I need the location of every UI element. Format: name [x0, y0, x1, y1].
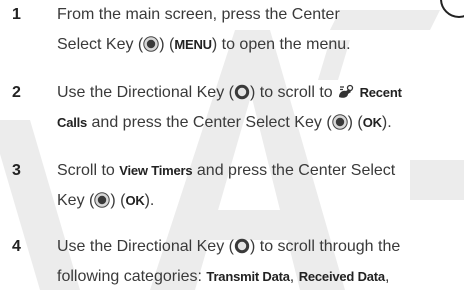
step-text-part: , [289, 268, 299, 285]
category-label-transmit-data: Transmit Data [206, 269, 290, 284]
step-text-part: following categories: [57, 268, 207, 285]
menu-label-calls: Calls [57, 115, 88, 130]
step-text-part: Scroll to [57, 162, 120, 179]
step-text-part: Use the Directional Key ( [57, 84, 234, 101]
step-text-part: ) ( [110, 192, 126, 209]
step-text-part: ). [144, 192, 155, 209]
step-text-part: Key ( [57, 192, 95, 209]
step-text: From the main screen, press the Center S… [57, 0, 458, 60]
step-text-part: ) to open the menu. [211, 36, 351, 53]
menu-label-view-timers: View Timers [119, 163, 193, 178]
step-text-part: Select Key ( [57, 36, 144, 53]
center-select-key-icon [94, 192, 111, 208]
softkey-label-ok: OK [125, 193, 145, 208]
step-text-part: and press the Center Select Key ( [87, 114, 332, 131]
step-text-part: ) to scroll to [249, 84, 338, 101]
step-text-part: ) to scroll through the [249, 238, 401, 255]
step-text-part: ). [381, 114, 392, 131]
step-text: Use the Directional Key ( ) to scroll thr… [57, 232, 458, 292]
step-text-part: ) ( [347, 114, 363, 131]
category-label-received-data: Received Data [298, 269, 385, 284]
step-text-part: Use the Directional Key ( [57, 238, 234, 255]
menu-label-recent: Recent [359, 85, 402, 100]
step-text-part: and press the Center Select [192, 162, 396, 179]
step-number: 4 [12, 238, 21, 255]
directional-key-icon [234, 238, 250, 254]
step-number: 3 [12, 162, 21, 179]
recent-calls-icon [339, 84, 354, 98]
center-select-key-icon [143, 36, 159, 52]
step-text: Scroll to View Timers and press the Cent… [57, 156, 458, 216]
step-text-part: From the main screen, press the Center [57, 6, 340, 23]
softkey-label-menu: MENU [174, 37, 212, 52]
step-number: 2 [12, 84, 21, 101]
center-select-key-icon [331, 114, 348, 130]
step-number: 1 [12, 6, 21, 23]
directional-key-icon [234, 84, 250, 100]
softkey-label-ok: OK [362, 115, 382, 130]
step-text-part: , [384, 268, 390, 285]
step-text: Use the Directional Key () to scroll to … [57, 78, 458, 138]
step-text-part: ) ( [159, 36, 175, 53]
